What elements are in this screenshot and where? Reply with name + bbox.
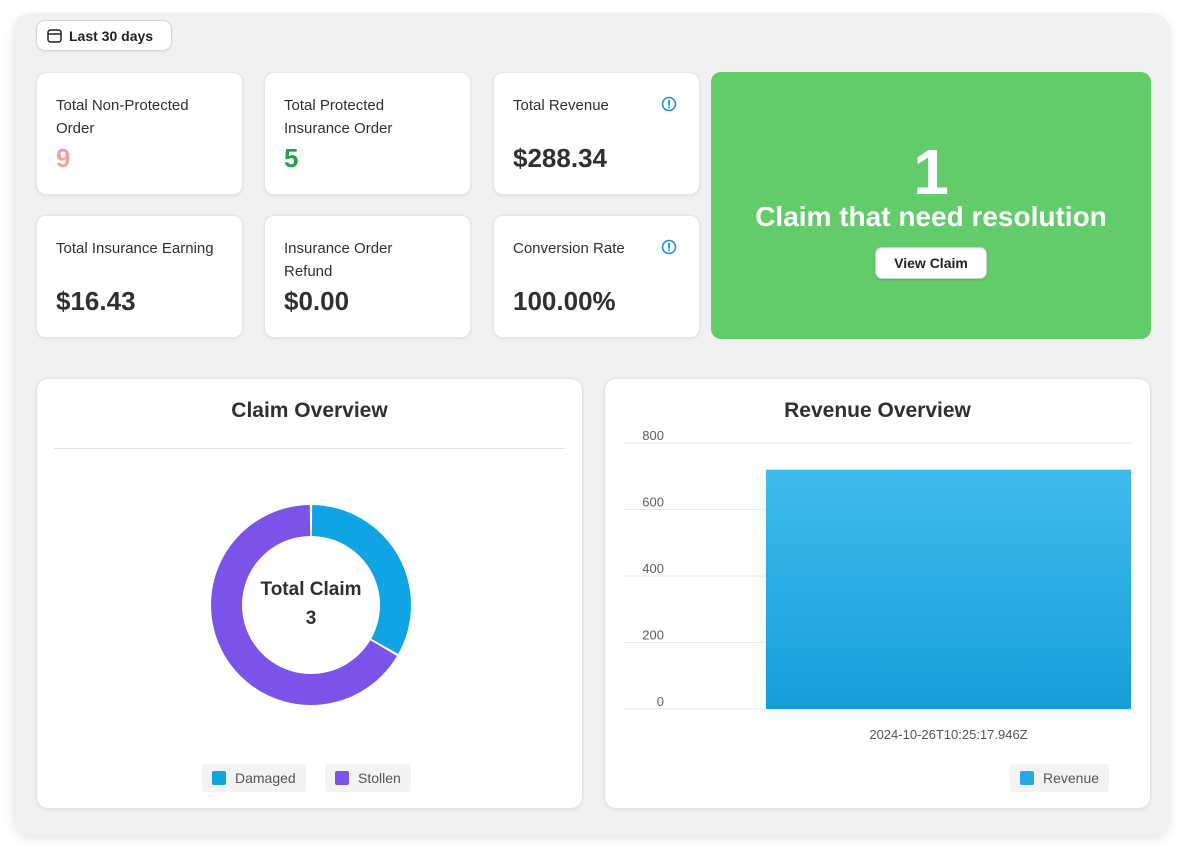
y-tick-label: 200	[642, 628, 664, 643]
stat-label: Total Protected Insurance Order	[284, 97, 393, 137]
donut-center-label: Total Claim 3	[210, 575, 412, 633]
legend-item-revenue[interactable]: Revenue	[1010, 764, 1110, 792]
revenue-bar-chart: 0 200 400 600 800 2024-10-26T10:25:17.946Z	[624, 428, 1133, 742]
view-claim-button[interactable]: View Claim	[875, 247, 987, 279]
stat-value: 100.00%	[513, 286, 616, 316]
total-claim-value: 3	[305, 608, 317, 629]
revenue-bar[interactable]	[765, 469, 1132, 709]
claim-count: 1	[913, 136, 949, 208]
x-tick-label: 2024-10-26T10:25:17.946Z	[869, 727, 1027, 742]
stat-card-total-revenue: Total Revenue $288.34	[493, 72, 700, 195]
info-icon[interactable]	[661, 96, 677, 112]
y-tick-label: 800	[642, 428, 664, 443]
stat-card-insurance-earning: Total Insurance Earning $16.43	[36, 215, 243, 338]
stat-label: Total Non-Protected Order	[56, 97, 189, 137]
legend-swatch	[335, 771, 349, 785]
claim-resolution-banner: 1 Claim that need resolution View Claim	[711, 72, 1151, 339]
stat-label: Conversion Rate	[513, 240, 625, 257]
y-tick-label: 600	[642, 495, 664, 510]
legend-label: Damaged	[235, 770, 296, 786]
stat-card-order-refund: Insurance Order Refund $0.00	[264, 215, 471, 338]
total-claim-label: Total Claim	[260, 579, 362, 600]
y-tick-label: 0	[657, 694, 664, 709]
stat-label: Total Insurance Earning	[56, 240, 214, 257]
stat-label: Total Revenue	[513, 97, 609, 114]
stat-value: $0.00	[284, 286, 350, 316]
date-range-label: Last 30 days	[69, 27, 154, 44]
stat-value: $288.34	[513, 143, 607, 173]
date-range-button[interactable]: Last 30 days	[36, 20, 172, 51]
legend-label: Revenue	[1043, 770, 1100, 786]
legend-label: Stollen	[358, 770, 401, 786]
claim-resolution-text: Claim that need resolution	[755, 201, 1107, 232]
stat-value: 9	[56, 143, 71, 173]
stat-card-non-protected-orders: Total Non-Protected Order 9	[36, 72, 243, 195]
info-icon[interactable]	[661, 239, 677, 255]
legend-item-damaged[interactable]: Damaged	[202, 764, 306, 792]
claim-overview-card: Claim Overview Total Claim 3 Damaged Sto…	[36, 378, 583, 809]
stat-value: 5	[284, 143, 299, 173]
stat-value: $16.43	[56, 286, 136, 316]
calendar-icon	[47, 29, 62, 43]
y-tick-label: 400	[642, 561, 664, 576]
legend-item-stollen[interactable]: Stollen	[325, 764, 411, 792]
stat-card-protected-orders: Total Protected Insurance Order 5	[264, 72, 471, 195]
divider	[54, 448, 565, 449]
legend-swatch	[1020, 771, 1034, 785]
claim-overview-title: Claim Overview	[231, 399, 388, 422]
legend-swatch	[212, 771, 226, 785]
stat-card-conversion-rate: Conversion Rate 100.00%	[493, 215, 700, 338]
revenue-overview-card: Revenue Overview 0 200 400 600 800 2024-10-26…	[604, 378, 1151, 809]
stat-label: Insurance Order Refund	[284, 240, 393, 280]
